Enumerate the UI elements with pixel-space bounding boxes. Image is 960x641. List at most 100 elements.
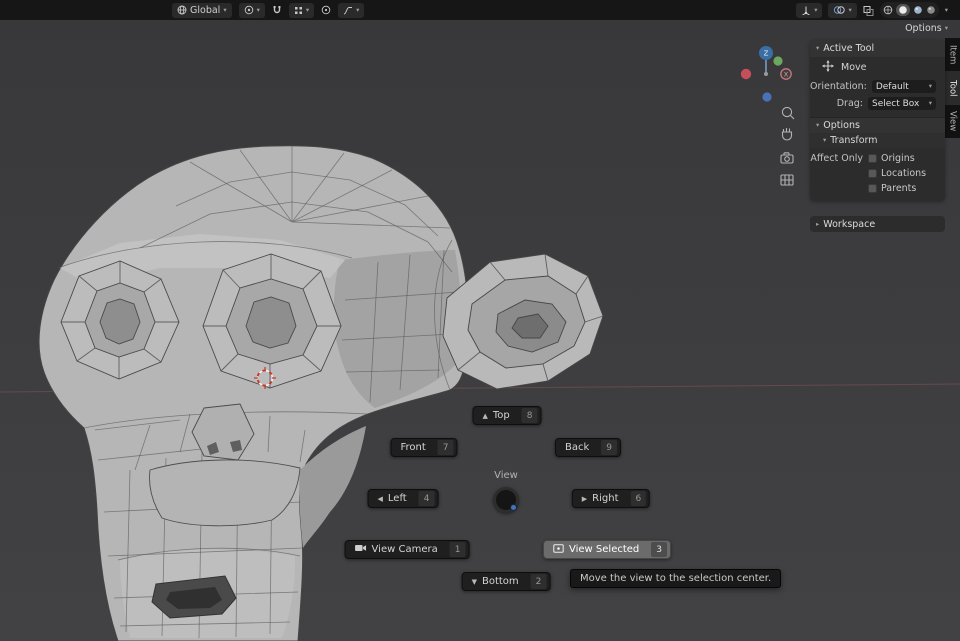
options-button[interactable]: Options ▾ [905, 23, 948, 34]
orientation-value: Global [190, 5, 220, 16]
left-arrow-icon: ◀ [378, 495, 383, 503]
chevron-down-icon: ▾ [929, 100, 932, 107]
affect-only-label: Affect Only [810, 153, 868, 164]
pie-back-button[interactable]: Back 9 [555, 438, 621, 457]
orientation-label: Orientation: [810, 81, 872, 92]
proportional-editing-toggle-icon[interactable] [321, 5, 331, 15]
tab-view[interactable]: View [945, 105, 960, 138]
pie-bottom-label: Bottom [482, 576, 519, 587]
tooltip: Move the view to the selection center. [570, 569, 781, 588]
gizmo-axes-icon [801, 5, 811, 15]
chevron-down-icon: ▾ [814, 7, 817, 14]
tab-item[interactable]: Item [945, 38, 960, 71]
shading-options-dropdown[interactable]: ▾ [945, 7, 948, 14]
pie-view-selected-label: View Selected [569, 544, 639, 555]
snap-toggle-magnet-icon[interactable] [272, 5, 282, 16]
origins-checkbox[interactable] [868, 154, 877, 163]
gizmos-toggle-dropdown[interactable]: ▾ [796, 3, 822, 18]
proportional-falloff-dropdown[interactable]: ▾ [338, 3, 364, 18]
pie-left-button[interactable]: ◀ Left 4 [368, 489, 439, 508]
options-label: Options [905, 23, 942, 34]
falloff-curve-icon [343, 6, 353, 15]
chevron-down-icon: ▾ [816, 45, 819, 52]
drag-select[interactable]: Select Box ▾ [868, 97, 936, 110]
shortcut-badge: 9 [601, 440, 617, 455]
shading-rendered-icon[interactable] [926, 5, 936, 15]
camera-view-icon[interactable] [781, 153, 793, 163]
right-eye-socket [203, 254, 341, 388]
parents-checkbox[interactable] [868, 184, 877, 193]
active-tool-panel-header[interactable]: ▾ Active Tool [810, 40, 945, 57]
pie-left-label: Left [388, 493, 407, 504]
active-tool-row: Move [810, 57, 945, 78]
pie-center-knob [493, 487, 519, 513]
tab-tool[interactable]: Tool [945, 71, 960, 104]
overlays-toggle-dropdown[interactable]: ▾ [828, 3, 856, 18]
xray-toggle-icon[interactable] [863, 5, 874, 16]
pie-view-camera-label: View Camera [372, 544, 438, 555]
sidebar-panel: ▾ Active Tool Move Orientation: Default … [810, 40, 945, 201]
shortcut-badge: 4 [419, 491, 435, 506]
suzanne-model[interactable] [39, 146, 603, 641]
pie-view-camera-button[interactable]: View Camera 1 [345, 540, 470, 559]
zoom-icon[interactable] [782, 107, 794, 119]
transform-orientation-dropdown[interactable]: Global ▾ [172, 3, 232, 18]
gizmo-z-neg-ball [762, 92, 771, 101]
shortcut-badge: 2 [531, 574, 547, 589]
shading-solid-icon[interactable] [896, 4, 910, 16]
drag-selected-value: Select Box [872, 99, 919, 109]
gizmo-z-label: Z [764, 50, 769, 58]
locations-checkbox[interactable] [868, 169, 877, 178]
gizmo-y-axis-ball [773, 56, 782, 65]
gizmo-x-neg-ball [741, 69, 751, 79]
pie-front-button[interactable]: Front 7 [390, 438, 457, 457]
pan-hand-icon[interactable] [783, 128, 792, 140]
pie-top-button[interactable]: ▲ Top 8 [473, 406, 542, 425]
active-tool-title: Active Tool [823, 43, 874, 54]
orthographic-grid-icon[interactable] [781, 175, 793, 185]
orientation-select[interactable]: Default ▾ [872, 80, 936, 93]
blender-window: Global ▾ ▾ ▾ [0, 0, 960, 641]
chevron-down-icon: ▾ [848, 7, 851, 14]
options-panel-header[interactable]: ▾ Options [810, 117, 945, 133]
transform-title: Transform [830, 135, 877, 146]
pie-front-label: Front [400, 442, 425, 453]
sidebar-tabstrip: Item Tool View [945, 38, 960, 138]
chevron-down-icon: ▾ [356, 7, 359, 14]
chevron-down-icon: ▾ [945, 25, 948, 32]
viewport-header: Global ▾ ▾ ▾ [0, 0, 960, 20]
pie-bottom-button[interactable]: ▼ Bottom 2 [462, 572, 551, 591]
workspace-panel-header[interactable]: ▸ Workspace [810, 216, 945, 232]
pie-right-button[interactable]: ▶ Right 6 [572, 489, 650, 508]
shading-material-icon[interactable] [913, 5, 923, 15]
shortcut-badge: 3 [651, 542, 667, 557]
pie-top-label: Top [493, 410, 510, 421]
right-arrow-icon: ▶ [582, 495, 587, 503]
shortcut-badge: 8 [522, 408, 538, 423]
pie-view-selected-button[interactable]: View Selected 3 [543, 540, 671, 559]
chevron-down-icon: ▾ [929, 83, 932, 90]
up-arrow-icon: ▲ [483, 412, 488, 420]
overlays-icon [833, 5, 845, 15]
down-arrow-icon: ▼ [472, 578, 477, 586]
tool-name: Move [841, 62, 866, 73]
transform-subpanel-header[interactable]: ▾ Transform [810, 133, 945, 148]
viewport-nav-cluster: Z X [728, 40, 802, 196]
snap-options-dropdown[interactable]: ▾ [289, 3, 314, 18]
chevron-down-icon: ▾ [816, 122, 819, 129]
chevron-down-icon: ▾ [257, 7, 260, 14]
move-tool-icon [822, 60, 834, 75]
frame-selected-icon [553, 544, 564, 556]
chevron-down-icon: ▾ [223, 7, 226, 14]
chevron-right-icon: ▸ [816, 221, 819, 228]
chevron-down-icon: ▾ [306, 7, 309, 14]
right-ear [443, 254, 603, 389]
shortcut-badge: 1 [450, 542, 466, 557]
parents-label: Parents [881, 183, 916, 194]
orientation-gizmo[interactable]: Z X [741, 46, 791, 102]
pivot-point-dropdown[interactable]: ▾ [239, 3, 265, 18]
globe-icon [177, 5, 187, 15]
shading-wireframe-icon[interactable] [883, 5, 893, 15]
pie-center-label: View [494, 470, 518, 481]
snap-increment-icon [294, 6, 303, 15]
